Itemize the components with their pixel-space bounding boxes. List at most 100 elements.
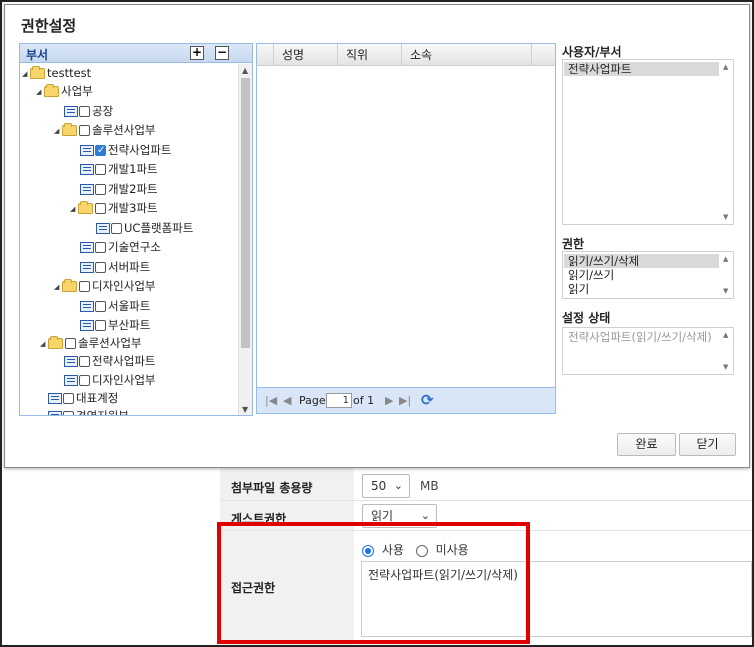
- expand-triangle-icon[interactable]: ◢: [40, 335, 48, 353]
- tree-checkbox[interactable]: [63, 393, 74, 404]
- expand-triangle-icon[interactable]: ◢: [36, 83, 44, 101]
- tree-checkbox[interactable]: [79, 106, 90, 117]
- dept-tree-panel: 부서 + − ◢testtest◢사업부공장◢솔루션사업부전략사업파트개발1파트…: [19, 43, 253, 416]
- tree-checkbox[interactable]: [95, 262, 106, 273]
- tree-node-label: 디자인사업부: [92, 279, 156, 293]
- next-page-icon[interactable]: ▶: [385, 394, 393, 407]
- tree-checkbox[interactable]: [111, 223, 122, 234]
- permission-label: 권한: [562, 237, 585, 251]
- folder-icon: [30, 66, 45, 79]
- tree-node[interactable]: 기술연구소: [80, 238, 161, 256]
- column-dept[interactable]: 소속: [402, 44, 532, 66]
- collapse-all-button[interactable]: −: [215, 46, 229, 60]
- tree-node-label: 개발2파트: [108, 182, 158, 196]
- scroll-down-icon[interactable]: ▼: [242, 405, 248, 414]
- last-page-icon[interactable]: ▶|: [399, 394, 411, 407]
- grid-header: 성명 직위 소속: [257, 44, 555, 66]
- tree-scrollbar[interactable]: ▲ ▼: [238, 64, 252, 415]
- scroll-down-icon[interactable]: ▼: [723, 213, 728, 221]
- tree-node[interactable]: 디자인사업부: [64, 371, 155, 389]
- expand-triangle-icon[interactable]: ◢: [54, 122, 62, 140]
- tree-checkbox[interactable]: [79, 356, 90, 367]
- tree-node[interactable]: 공장: [64, 102, 113, 120]
- attachment-size-value: 50: [371, 479, 387, 493]
- tree-node-label: 사업부: [61, 84, 93, 98]
- tree-node[interactable]: 전략사업파트: [80, 141, 171, 160]
- permission-option[interactable]: 읽기/쓰기/삭제: [564, 254, 719, 268]
- tree-node[interactable]: UC플랫폼파트: [96, 219, 193, 237]
- tree-node-label: 솔루션사업부: [78, 336, 142, 350]
- tree-node[interactable]: 경영지원부: [48, 407, 129, 415]
- tree-checkbox[interactable]: [95, 184, 106, 195]
- tree-node[interactable]: ◢ 솔루션사업부: [54, 121, 155, 139]
- attachment-size-select[interactable]: 50 ⌄: [362, 474, 410, 498]
- department-icon: [80, 164, 94, 175]
- tree-node[interactable]: ◢ 솔루션사업부: [40, 334, 141, 352]
- tree-checkbox[interactable]: [79, 281, 90, 292]
- row-divider: [220, 500, 752, 501]
- tree-checkbox[interactable]: [95, 301, 106, 312]
- tree-node[interactable]: ◢ 개발3파트: [70, 199, 158, 217]
- tree-checkbox[interactable]: [95, 142, 106, 160]
- status-item[interactable]: 전략사업파트(읽기/쓰기/삭제): [564, 330, 719, 344]
- tree-node-label: testtest: [47, 66, 92, 80]
- tree-node[interactable]: 개발1파트: [80, 160, 158, 178]
- tree-node[interactable]: 서울파트: [80, 297, 150, 315]
- permission-option[interactable]: 읽기: [564, 282, 719, 296]
- tree-node[interactable]: 전략사업파트: [64, 352, 155, 370]
- row-number-header: [257, 44, 274, 66]
- user-dept-item[interactable]: 전략사업파트: [564, 62, 719, 76]
- page-input[interactable]: 1: [326, 393, 352, 408]
- tree-checkbox[interactable]: [95, 203, 106, 214]
- tree-node[interactable]: 대표계정: [48, 389, 118, 407]
- tree-checkbox[interactable]: [95, 242, 106, 253]
- tree-node[interactable]: ◢ 디자인사업부: [54, 277, 155, 295]
- tree-checkbox[interactable]: [65, 338, 76, 349]
- tree-node[interactable]: 부산파트: [80, 316, 150, 334]
- expand-triangle-icon[interactable]: ◢: [70, 200, 78, 218]
- tree-node[interactable]: ◢ 사업부: [36, 82, 93, 100]
- guest-permission-value: 읽기: [371, 509, 394, 523]
- list-scrollbar[interactable]: ▲ ▼: [721, 60, 733, 224]
- tree-checkbox[interactable]: [79, 375, 90, 386]
- permission-option[interactable]: 읽기/쓰기: [564, 268, 719, 282]
- tree-node[interactable]: 개발2파트: [80, 180, 158, 198]
- expand-triangle-icon[interactable]: ◢: [54, 278, 62, 296]
- attachment-unit: MB: [420, 479, 439, 493]
- scroll-down-icon[interactable]: ▼: [723, 287, 728, 295]
- scroll-up-icon[interactable]: ▲: [242, 66, 248, 75]
- tree-checkbox[interactable]: [63, 411, 74, 415]
- expand-triangle-icon[interactable]: ◢: [22, 65, 30, 83]
- folder-icon: [48, 336, 63, 349]
- scroll-up-icon[interactable]: ▲: [723, 63, 728, 71]
- department-icon: [48, 411, 62, 415]
- scroll-down-icon[interactable]: ▼: [723, 363, 728, 371]
- dialog-title: 권한설정: [21, 17, 77, 35]
- tree-node-label: 전략사업파트: [92, 354, 156, 368]
- tree-node[interactable]: 서버파트: [80, 258, 150, 276]
- prev-page-icon[interactable]: ◀: [283, 394, 291, 407]
- tree-node-label: 서울파트: [108, 299, 151, 313]
- tree-node[interactable]: ◢ testtest: [22, 64, 91, 82]
- scroll-up-icon[interactable]: ▲: [723, 255, 728, 263]
- scroll-thumb[interactable]: [241, 78, 250, 348]
- complete-button[interactable]: 완료: [617, 433, 676, 456]
- user-dept-list[interactable]: 전략사업파트 ▲ ▼: [562, 59, 734, 225]
- scroll-up-icon[interactable]: ▲: [723, 331, 728, 339]
- status-label: 설정 상태: [562, 311, 611, 325]
- first-page-icon[interactable]: |◀: [265, 394, 277, 407]
- close-button[interactable]: 닫기: [679, 433, 736, 456]
- tree-checkbox[interactable]: [79, 125, 90, 136]
- column-name[interactable]: 성명: [274, 44, 338, 66]
- list-scrollbar[interactable]: ▲ ▼: [721, 252, 733, 298]
- status-list[interactable]: 전략사업파트(읽기/쓰기/삭제) ▲ ▼: [562, 327, 734, 375]
- tree-node-label: UC플랫폼파트: [124, 221, 194, 235]
- expand-all-button[interactable]: +: [190, 46, 204, 60]
- tree-checkbox[interactable]: [95, 320, 106, 331]
- list-scrollbar[interactable]: ▲ ▼: [721, 328, 733, 374]
- refresh-icon[interactable]: ⟳: [421, 391, 434, 409]
- tree-node-label: 디자인사업부: [92, 373, 156, 387]
- column-position[interactable]: 직위: [338, 44, 402, 66]
- permission-list[interactable]: 읽기/쓰기/삭제 읽기/쓰기 읽기 ▲ ▼: [562, 251, 734, 299]
- tree-checkbox[interactable]: [95, 164, 106, 175]
